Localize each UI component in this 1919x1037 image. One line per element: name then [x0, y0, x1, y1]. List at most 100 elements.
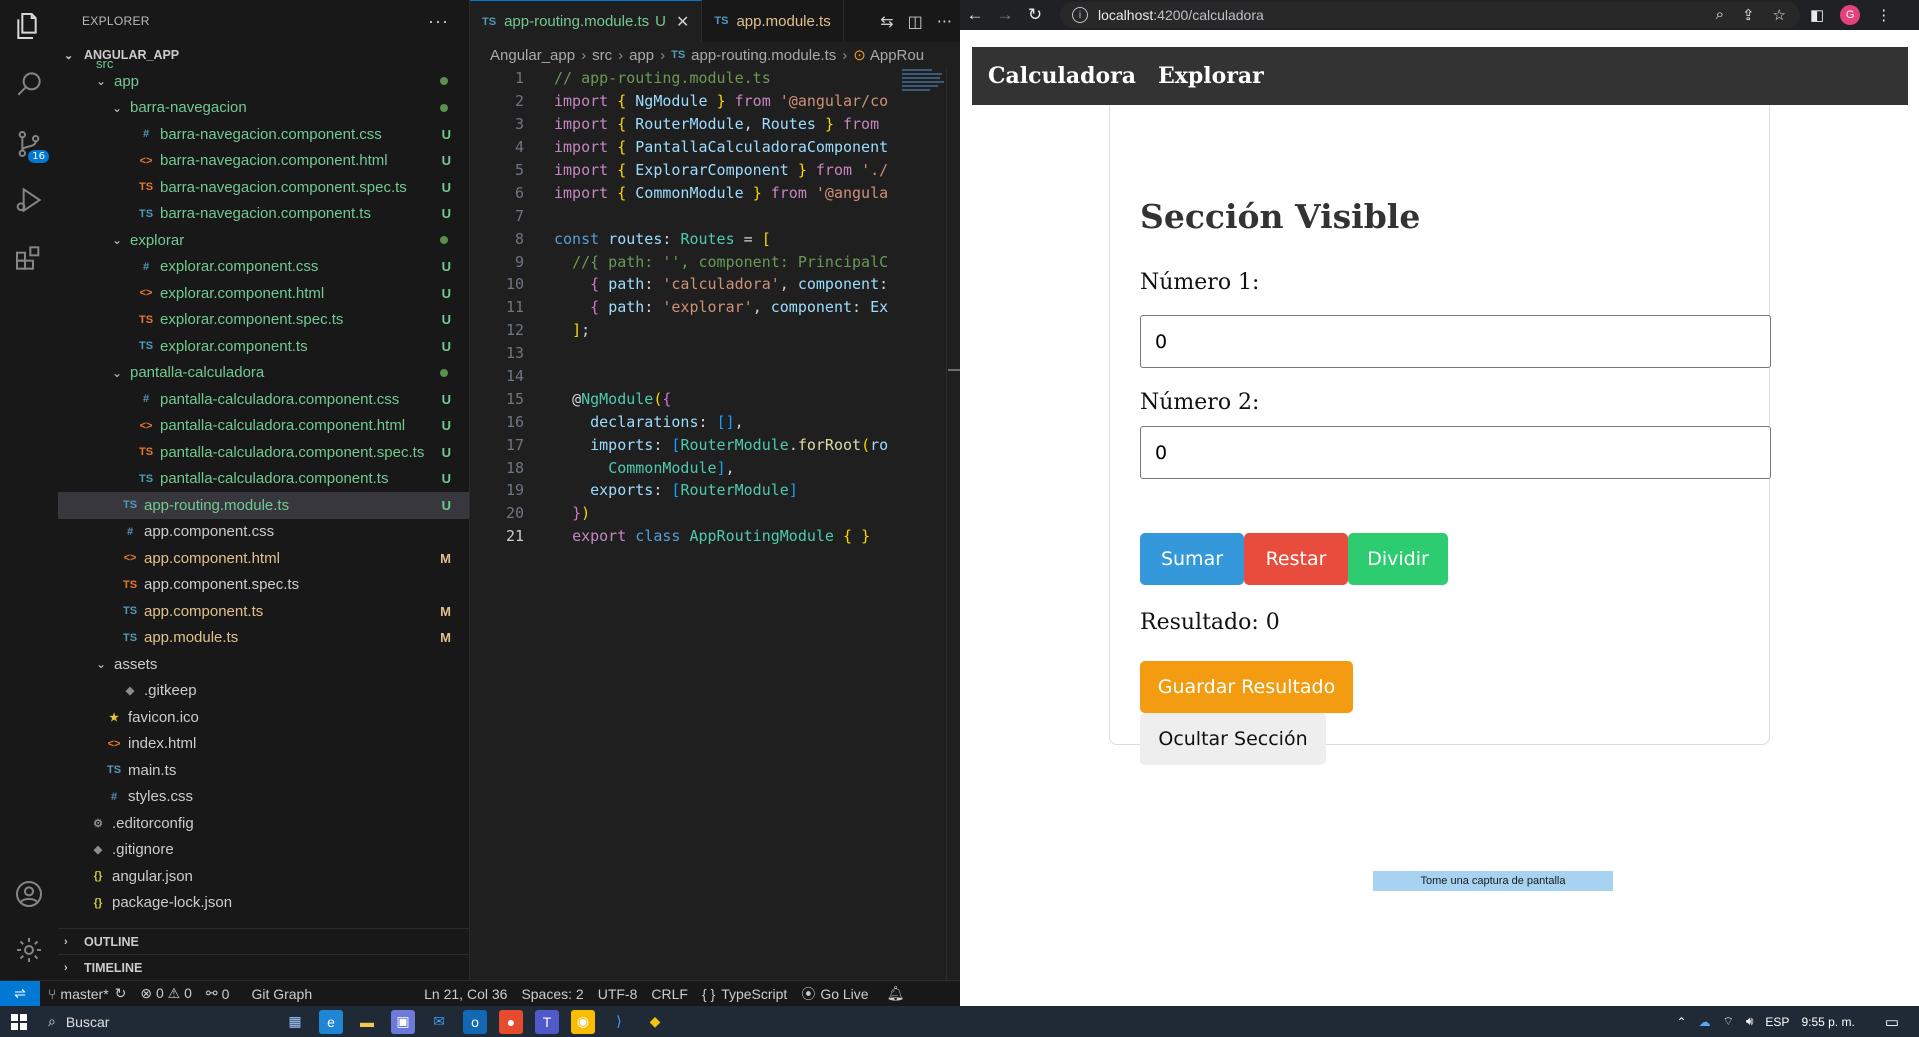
clock[interactable]: 9:55 p. m.: [1801, 1015, 1854, 1029]
tree-file[interactable]: TS barra-navegacion.component.ts U: [58, 201, 469, 228]
breadcrumb-file[interactable]: app-routing.module.ts: [691, 47, 836, 64]
manage-gear-icon[interactable]: [13, 934, 45, 966]
onedrive-icon[interactable]: ☁: [1699, 1015, 1711, 1029]
sync-icon[interactable]: ↻: [115, 985, 127, 1002]
line-ending[interactable]: CRLF: [651, 986, 688, 1002]
tab-app-module[interactable]: TS app.module.ts: [702, 0, 844, 42]
side-panel-icon[interactable]: ◧: [1810, 6, 1824, 24]
site-info-icon[interactable]: i: [1072, 7, 1088, 23]
tree-folder[interactable]: ⌄ explorar: [58, 227, 469, 254]
run-debug-icon[interactable]: [13, 184, 45, 216]
vscode-icon[interactable]: ⟩: [607, 1010, 631, 1034]
tree-file[interactable]: <> index.html: [58, 731, 469, 758]
ports-count[interactable]: 0: [222, 986, 230, 1002]
git-branch[interactable]: master*: [60, 986, 108, 1002]
dividir-button[interactable]: Dividir: [1348, 533, 1448, 585]
bell-icon[interactable]: 🔔︎: [887, 985, 905, 1002]
editor-scrollbar[interactable]: [946, 67, 960, 980]
git-icon[interactable]: ◆: [643, 1010, 667, 1034]
reload-icon[interactable]: ↻: [1020, 5, 1050, 25]
tree-file[interactable]: TS barra-navegacion.component.spec.ts U: [58, 174, 469, 201]
outlook-icon[interactable]: o: [463, 1009, 487, 1034]
tree-folder[interactable]: ⌄ pantalla-calculadora: [58, 360, 469, 387]
tree-file[interactable]: # pantalla-calculadora.component.css U: [58, 386, 469, 413]
tree-file[interactable]: <> explorar.component.html U: [58, 280, 469, 307]
nav-link-explorar[interactable]: Explorar: [1158, 63, 1264, 89]
more-actions-icon[interactable]: ···: [937, 12, 952, 31]
menu-kebab-icon[interactable]: ⋮: [1876, 6, 1891, 24]
task-view-icon[interactable]: ▦: [283, 1010, 307, 1034]
open-changes-icon[interactable]: ⇆: [880, 12, 893, 31]
code-area[interactable]: 1// app-routing.module.ts 2 import { NgMo…: [470, 67, 900, 548]
outline-section[interactable]: › OUTLINE: [58, 928, 469, 954]
guardar-resultado-button[interactable]: Guardar Resultado: [1140, 661, 1353, 713]
tree-file[interactable]: TS explorar.component.spec.ts U: [58, 307, 469, 334]
store-icon[interactable]: ▣: [391, 1009, 415, 1034]
close-icon[interactable]: ✕: [676, 12, 689, 32]
profile-avatar[interactable]: G: [1840, 5, 1861, 25]
forward-icon[interactable]: →: [990, 5, 1020, 25]
tree-file[interactable]: # barra-navegacion.component.css U: [58, 121, 469, 148]
tree-file[interactable]: ◆ .gitignore: [58, 837, 469, 864]
git-graph[interactable]: Git Graph: [251, 986, 312, 1002]
notifications-icon[interactable]: ▭: [1885, 1013, 1899, 1031]
explorer-icon[interactable]: [13, 10, 45, 42]
extensions-icon[interactable]: [13, 242, 45, 274]
chevron-up-icon[interactable]: ⌃: [1677, 1015, 1687, 1029]
tree-file[interactable]: <> pantalla-calculadora.component.html U: [58, 413, 469, 440]
problems-indicator[interactable]: ⊗ 0 ⚠ 0: [140, 985, 192, 1002]
tree-folder[interactable]: ⌄ barra-navegacion: [58, 95, 469, 122]
restar-button[interactable]: Restar: [1244, 533, 1348, 585]
indentation[interactable]: Spaces: 2: [521, 986, 583, 1002]
teams-icon[interactable]: T: [535, 1009, 559, 1034]
back-icon[interactable]: ←: [960, 5, 990, 25]
cursor-position[interactable]: Ln 21, Col 36: [424, 986, 507, 1002]
tree-file[interactable]: TS explorar.component.ts U: [58, 333, 469, 360]
chrome-icon[interactable]: ◉: [571, 1009, 595, 1034]
more-actions-icon[interactable]: ···: [428, 11, 449, 32]
taskbar-search[interactable]: ⌕ Buscar: [38, 1006, 283, 1037]
tree-folder[interactable]: ⌄ assets: [58, 651, 469, 678]
breadcrumb-item[interactable]: Angular_app: [490, 47, 575, 64]
nav-link-calculadora[interactable]: Calculadora: [988, 63, 1136, 89]
go-live[interactable]: Go Live: [820, 986, 868, 1002]
volume-icon[interactable]: 🔊︎: [1746, 1014, 1754, 1029]
tree-file[interactable]: ⚙ .editorconfig: [58, 810, 469, 837]
number1-input[interactable]: [1140, 315, 1771, 368]
tree-file[interactable]: ★ favicon.ico: [58, 704, 469, 731]
tree-file[interactable]: TS app.component.ts M: [58, 598, 469, 625]
language-mode[interactable]: TypeScript: [721, 986, 787, 1002]
tree-file[interactable]: ◆ .gitkeep: [58, 678, 469, 705]
encoding[interactable]: UTF-8: [598, 986, 638, 1002]
zoom-icon[interactable]: ⌕: [1716, 6, 1724, 24]
mail-icon[interactable]: ✉: [427, 1010, 451, 1034]
number2-input[interactable]: [1140, 426, 1771, 479]
tree-file[interactable]: {} angular.json: [58, 863, 469, 890]
tree-file[interactable]: <> barra-navegacion.component.html U: [58, 148, 469, 175]
source-control-icon[interactable]: 16: [13, 128, 49, 163]
tab-app-routing-module[interactable]: TS app-routing.module.ts U ✕: [470, 0, 703, 42]
file-explorer-icon[interactable]: ▬: [355, 1010, 379, 1034]
app-icon[interactable]: ●: [499, 1009, 523, 1034]
split-editor-icon[interactable]: ◫: [908, 12, 923, 31]
windows-start-icon[interactable]: [0, 1013, 38, 1030]
language-indicator[interactable]: ESP: [1765, 1015, 1789, 1029]
breadcrumb-item[interactable]: app: [629, 47, 654, 64]
network-icon[interactable]: ⌔: [1723, 1014, 1734, 1029]
bookmark-star-icon[interactable]: ☆: [1773, 6, 1786, 24]
address-bar[interactable]: i localhost:4200/calculadora ⌕ ⇪ ☆: [1060, 2, 1800, 28]
breadcrumb-symbol[interactable]: AppRou: [870, 47, 924, 64]
tree-file[interactable]: TS app.component.spec.ts: [58, 572, 469, 599]
tree-file[interactable]: # styles.css: [58, 784, 469, 811]
tree-file[interactable]: # explorar.component.css U: [58, 254, 469, 281]
share-icon[interactable]: ⇪: [1742, 6, 1755, 24]
search-icon[interactable]: [13, 68, 45, 100]
tree-file[interactable]: TS app-routing.module.ts U: [58, 492, 469, 519]
tree-file[interactable]: # app.component.css: [58, 519, 469, 546]
tree-file[interactable]: {} package-lock.json: [58, 890, 469, 917]
timeline-section[interactable]: › TIMELINE: [58, 954, 469, 980]
breadcrumb-item[interactable]: src: [592, 47, 612, 64]
tree-file[interactable]: TS app.module.ts M: [58, 625, 469, 652]
sumar-button[interactable]: Sumar: [1140, 533, 1244, 585]
tree-folder[interactable]: ⌄ app: [58, 68, 469, 95]
